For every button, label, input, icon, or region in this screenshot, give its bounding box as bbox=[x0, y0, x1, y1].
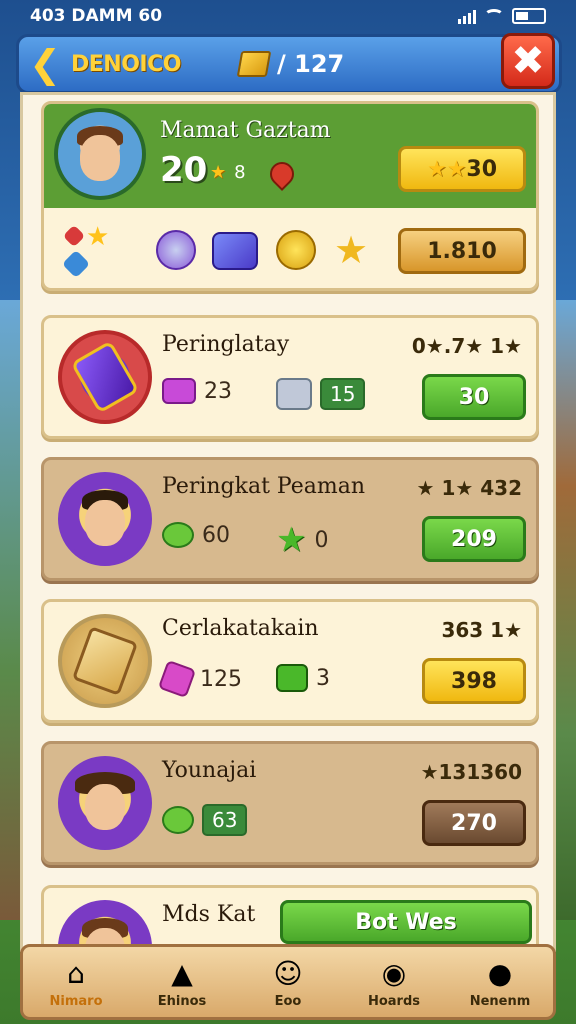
rank-action-button[interactable]: 209 bbox=[422, 516, 526, 562]
player-stars: ★ 8 bbox=[210, 162, 246, 183]
nav-home[interactable]: ⌂ Nimaro bbox=[26, 956, 126, 1009]
background-scenery-right bbox=[554, 300, 576, 920]
player-avatar[interactable] bbox=[54, 108, 146, 200]
rank-score: 0★.7★ 1★ bbox=[411, 334, 522, 358]
rank-row[interactable]: Mds Kat Bot Wes bbox=[41, 885, 539, 949]
close-icon: ✖ bbox=[511, 38, 545, 84]
back-button[interactable]: ❮ bbox=[19, 38, 71, 90]
target-icon: ◉ bbox=[381, 957, 407, 990]
map-scroll-avatar-icon bbox=[58, 614, 152, 708]
leaf-icon bbox=[162, 806, 194, 834]
rank-row[interactable]: Peringlatay 0★.7★ 1★ 23 15 30 bbox=[41, 315, 539, 439]
rank-stat-secondary: ★ 0 bbox=[276, 520, 329, 560]
rank-action-button[interactable]: 398 bbox=[422, 658, 526, 704]
leaderboard-panel: Mamat Gaztam 20 ★ 8 ★★ 30 ★ ★ 1.810 Peri… bbox=[20, 92, 556, 952]
wifi-icon bbox=[484, 9, 504, 23]
rank-name: Mds Kat bbox=[162, 902, 256, 927]
rank-score: 363 1★ bbox=[441, 618, 522, 642]
background-scenery-left bbox=[0, 300, 22, 920]
nav-shop[interactable]: ▲ Ehinos bbox=[132, 956, 232, 1009]
home-icon: ⌂ bbox=[67, 957, 85, 990]
nav-friends[interactable]: ● Nenenm bbox=[450, 956, 550, 1009]
gold-ticket-icon bbox=[236, 51, 272, 77]
player-avatar bbox=[58, 472, 152, 566]
blue-crystal-icon bbox=[212, 232, 258, 270]
rank-action-button[interactable]: 30 bbox=[422, 374, 526, 420]
rank-stat-primary: 23 bbox=[162, 378, 232, 404]
close-button[interactable]: ✖ bbox=[501, 33, 555, 89]
header-bar: ❮ DENOICO / 127 ✖ bbox=[16, 33, 562, 94]
bottom-nav: ⌂ Nimaro ▲ Ehinos ☺ Eoo ◉ Hoards ● Nenen… bbox=[20, 944, 556, 1020]
puzzle-star-icon: ★ bbox=[86, 222, 110, 252]
gold-star-icon: ★ bbox=[334, 228, 369, 272]
status-bar: 403 DAMM 60 bbox=[0, 0, 576, 32]
red-gem-icon bbox=[62, 224, 86, 248]
reward-total-button[interactable]: 1.810 bbox=[398, 228, 526, 274]
battery-icon bbox=[512, 8, 546, 24]
rank-stat-secondary: 3 bbox=[276, 664, 330, 692]
nav-profile[interactable]: ☺ Eoo bbox=[238, 956, 338, 1009]
rank-action-button[interactable]: 270 bbox=[422, 800, 526, 846]
rank-name: Cerlakatakain bbox=[162, 616, 319, 641]
player-card: Mamat Gaztam 20 ★ 8 ★★ 30 ★ ★ 1.810 bbox=[41, 101, 539, 291]
play-button[interactable]: Bot Wes bbox=[280, 900, 532, 944]
rank-name: Peringkat Peaman bbox=[162, 474, 366, 499]
scroll-avatar-icon bbox=[58, 330, 152, 424]
friends-icon: ● bbox=[487, 957, 513, 990]
player-name: Mamat Gaztam bbox=[160, 118, 331, 143]
green-puzzle-icon bbox=[276, 664, 308, 692]
blue-cube-icon bbox=[61, 249, 91, 279]
rank-stat-primary: 60 bbox=[162, 522, 230, 548]
signal-icon bbox=[458, 8, 476, 24]
rank-row[interactable]: Younajai ★131360 63 270 bbox=[41, 741, 539, 865]
rank-stat-primary: 125 bbox=[157, 659, 242, 699]
chevron-left-icon: ❮ bbox=[29, 42, 61, 86]
currency-display: / 127 bbox=[236, 50, 345, 78]
player-level: 20 bbox=[160, 150, 208, 190]
green-star-icon: ★ bbox=[276, 520, 307, 560]
nav-hoards[interactable]: ◉ Hoards bbox=[344, 956, 444, 1009]
pink-badge-icon bbox=[162, 378, 196, 404]
star-icon: ★★ bbox=[426, 156, 467, 182]
pink-gem-icon bbox=[157, 659, 197, 699]
rank-score: ★131360 bbox=[420, 760, 522, 784]
face-icon: ☺ bbox=[273, 957, 303, 990]
currency-value: / 127 bbox=[277, 50, 345, 78]
rank-score: ★ 1★ 432 bbox=[416, 476, 522, 500]
claim-stars-button[interactable]: ★★ 30 bbox=[398, 146, 526, 192]
rank-stat-primary: 63 bbox=[162, 804, 248, 836]
status-time: 403 DAMM 60 bbox=[30, 6, 163, 26]
page-title: DENOICO bbox=[71, 51, 181, 77]
puzzle-piece-icon bbox=[276, 378, 312, 410]
rank-name: Younajai bbox=[162, 758, 257, 783]
gold-coin-icon bbox=[276, 230, 316, 270]
rank-name: Peringlatay bbox=[162, 332, 290, 357]
shop-icon: ▲ bbox=[171, 957, 193, 990]
player-avatar bbox=[58, 756, 152, 850]
crystal-orb-icon bbox=[156, 230, 196, 270]
leaf-icon bbox=[162, 522, 194, 548]
rank-row[interactable]: Peringkat Peaman ★ 1★ 432 60 ★ 0 209 bbox=[41, 457, 539, 581]
rank-stat-secondary: 15 bbox=[276, 378, 366, 410]
rank-row[interactable]: Cerlakatakain 363 1★ 125 3 398 bbox=[41, 599, 539, 723]
star-icon: ★ bbox=[210, 162, 227, 183]
